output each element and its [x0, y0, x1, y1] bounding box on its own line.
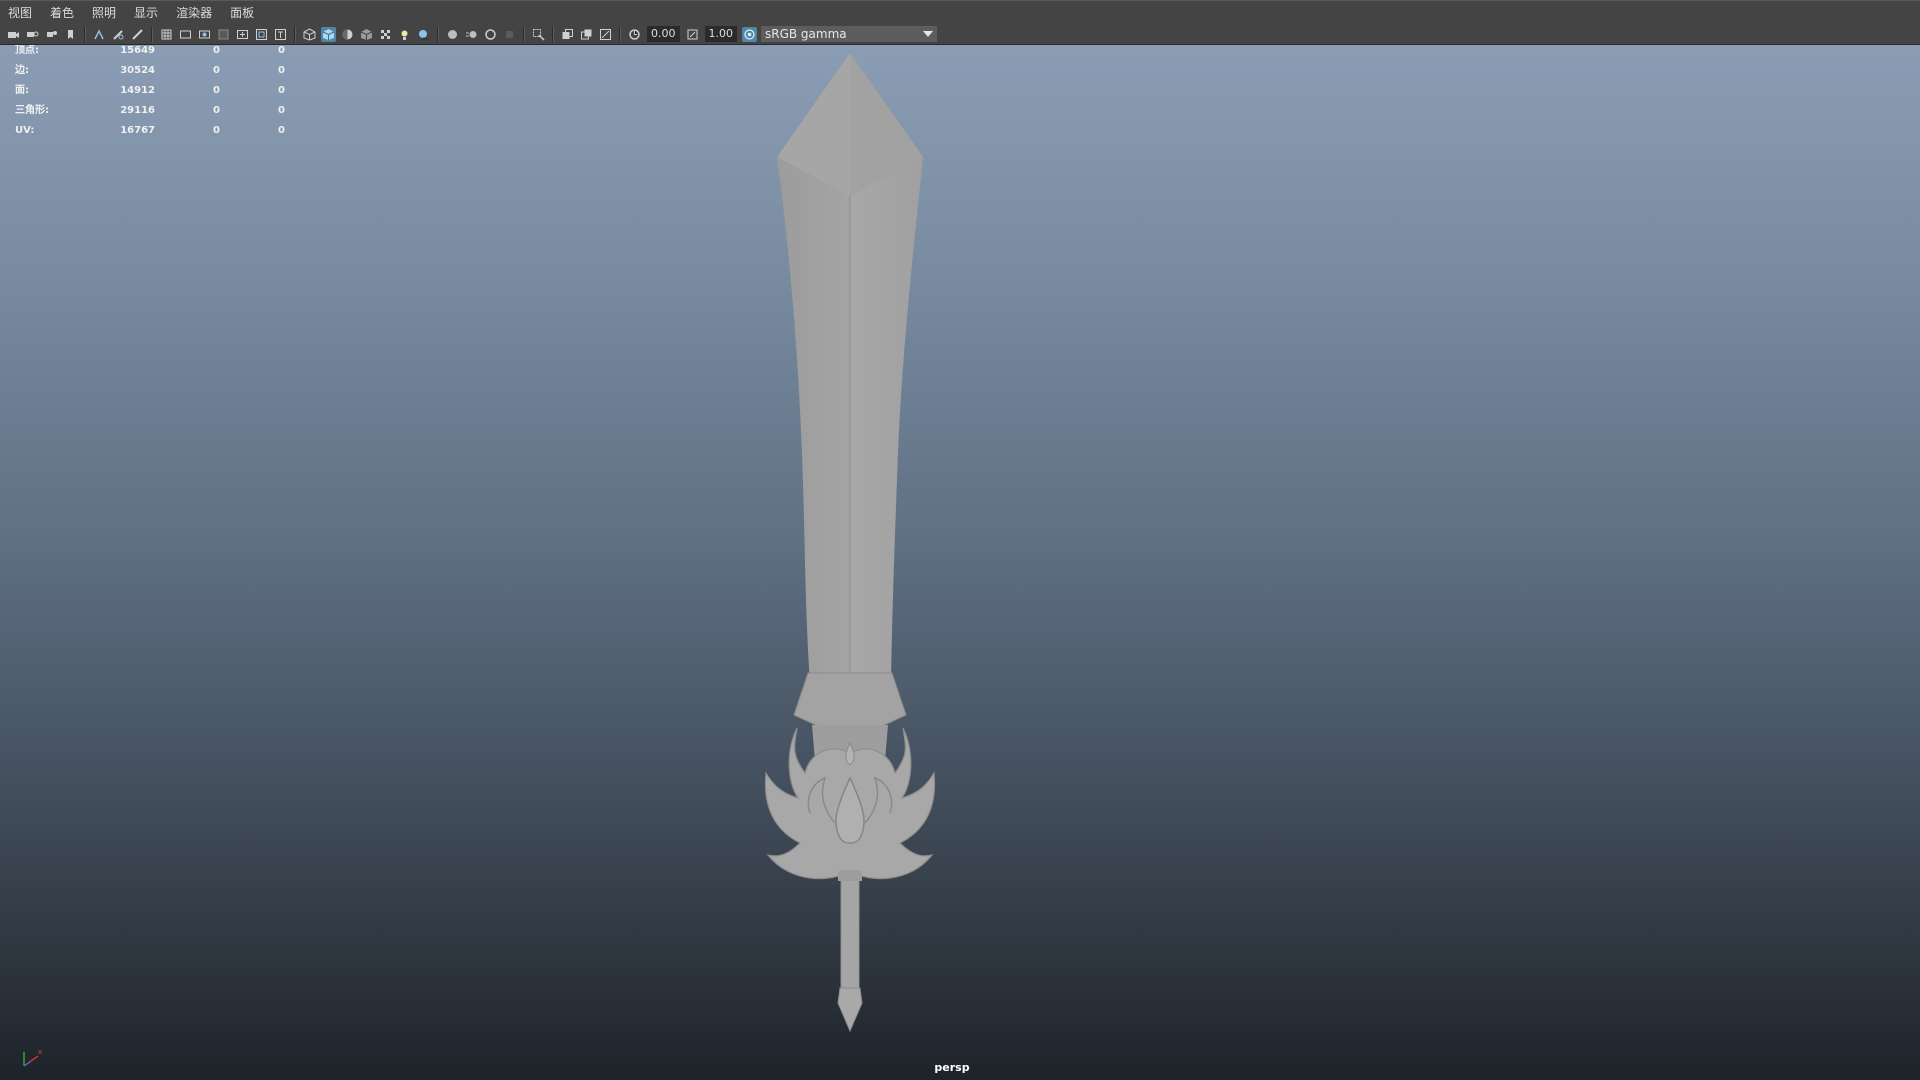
default-material-icon[interactable]: [340, 27, 355, 42]
resolution-gate-icon[interactable]: [197, 27, 212, 42]
toolbar-separator: [151, 26, 153, 42]
toolbar-separator: [437, 26, 439, 42]
hud-row-triangles: 三角形: 29116 0 0: [15, 105, 285, 125]
toolbar-separator: [619, 26, 621, 42]
hud-value: 14912: [120, 85, 155, 96]
motion-blur-icon[interactable]: [464, 27, 479, 42]
xray-active-components-icon[interactable]: [579, 27, 594, 42]
hud-components: 0: [278, 45, 285, 56]
hud-row-vertices: 顶点: 15649 0 0: [15, 45, 285, 65]
sword-model[interactable]: [750, 53, 960, 1033]
sword-pommel: [837, 987, 863, 1033]
isolate-select-icon[interactable]: [531, 27, 546, 42]
hud-label: 边:: [15, 65, 29, 76]
hud-label: 顶点:: [15, 45, 39, 56]
hud-selected: 0: [213, 45, 220, 56]
hud-row-edges: 边: 30524 0 0: [15, 65, 285, 85]
pencil-icon[interactable]: [130, 27, 145, 42]
image-plane-icon[interactable]: [63, 27, 78, 42]
hud-value: 15649: [120, 45, 155, 56]
toolbar-separator: [294, 26, 296, 42]
handle-collar: [838, 871, 862, 881]
chevron-down-icon: [923, 31, 933, 37]
hud-value: 29116: [120, 105, 155, 116]
color-space-value: sRGB gamma: [765, 27, 847, 41]
gate-mask-icon[interactable]: [216, 27, 231, 42]
hud-selected: 0: [213, 105, 220, 116]
toolbar-separator: [552, 26, 554, 42]
axis-gizmo-icon: x: [23, 1048, 42, 1067]
blade-left: [777, 157, 850, 693]
xray-icon[interactable]: [560, 27, 575, 42]
maya-viewport-panel: 视图 着色 照明 显示 渲染器 面板 0.00 1.00 sRGB gamma …: [0, 0, 1920, 1080]
field-chart-icon[interactable]: [235, 27, 250, 42]
shadows-icon[interactable]: [416, 27, 431, 42]
toolbar-separator: [523, 26, 525, 42]
use-lights-icon[interactable]: [397, 27, 412, 42]
camera-attributes-icon[interactable]: [25, 27, 40, 42]
hud-components: 0: [278, 85, 285, 96]
exposure-field[interactable]: 0.00: [647, 26, 680, 42]
menu-view[interactable]: 视图: [0, 1, 41, 25]
menu-renderer[interactable]: 渲染器: [167, 1, 221, 25]
hud-row-faces: 面: 14912 0 0: [15, 85, 285, 105]
exposure-icon[interactable]: [627, 27, 642, 42]
hud-selected: 0: [213, 65, 220, 76]
sword-handle: [840, 870, 860, 992]
film-gate-icon[interactable]: [178, 27, 193, 42]
hud-components: 0: [278, 125, 285, 136]
toolbar-separator: [84, 26, 86, 42]
menu-panels[interactable]: 面板: [221, 1, 263, 25]
grid-icon[interactable]: [159, 27, 174, 42]
camera-name-label: persp: [934, 1061, 970, 1074]
2d-pan-zoom-icon[interactable]: [92, 27, 107, 42]
svg-text:x: x: [38, 1048, 42, 1056]
smooth-shade-icon[interactable]: [321, 26, 336, 42]
depth-of-field-icon[interactable]: [502, 27, 517, 42]
wireframe-icon[interactable]: [302, 27, 317, 42]
bookmark-icon[interactable]: [44, 27, 59, 42]
hud-row-uvs: UV: 16767 0 0: [15, 125, 285, 145]
hud-selected: 0: [213, 125, 220, 136]
checker-icon[interactable]: [378, 27, 393, 42]
hud-value: 16767: [120, 125, 155, 136]
blade-right: [850, 157, 923, 693]
grease-pencil-icon[interactable]: [111, 27, 126, 42]
xray-joints-icon[interactable]: [598, 27, 613, 42]
hud-selected: 0: [213, 85, 220, 96]
3d-viewport[interactable]: 顶点: 15649 0 0 边: 30524 0 0 面: 14912 0 0 …: [0, 45, 1920, 1080]
hud-components: 0: [278, 105, 285, 116]
screen-space-ao-icon[interactable]: [445, 27, 460, 42]
color-management-icon[interactable]: [742, 26, 757, 42]
safe-title-icon[interactable]: [273, 27, 288, 42]
hud-value: 30524: [120, 65, 155, 76]
gamma-field[interactable]: 1.00: [704, 26, 737, 42]
poly-count-hud: 顶点: 15649 0 0 边: 30524 0 0 面: 14912 0 0 …: [15, 45, 285, 145]
hud-label: 面:: [15, 85, 29, 96]
hud-label: 三角形:: [15, 105, 49, 116]
hud-components: 0: [278, 65, 285, 76]
menu-shading[interactable]: 着色: [41, 1, 83, 25]
hud-label: UV:: [15, 125, 35, 136]
safe-action-icon[interactable]: [254, 27, 269, 42]
menu-show[interactable]: 显示: [125, 1, 167, 25]
anti-aliasing-icon[interactable]: [483, 27, 498, 42]
color-space-dropdown[interactable]: sRGB gamma: [761, 26, 937, 42]
gamma-icon[interactable]: [685, 27, 700, 42]
menu-lighting[interactable]: 照明: [83, 1, 125, 25]
panel-toolbar: 0.00 1.00 sRGB gamma: [0, 24, 1920, 45]
textured-icon[interactable]: [359, 27, 374, 42]
camera-select-icon[interactable]: [6, 27, 21, 42]
panel-menu-bar: 视图 着色 照明 显示 渲染器 面板: [0, 0, 1920, 24]
